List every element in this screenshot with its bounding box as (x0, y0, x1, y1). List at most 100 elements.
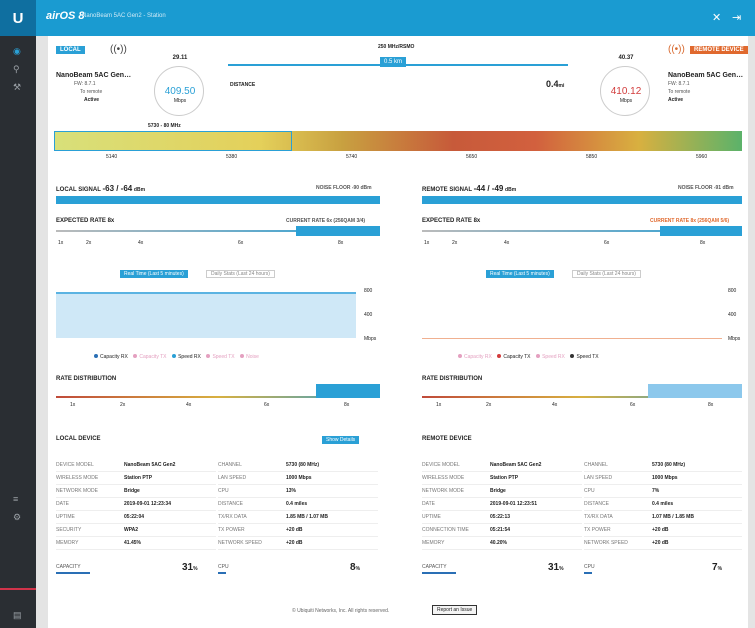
row-key: MEMORY (422, 540, 445, 546)
remote-rate-marker (660, 226, 742, 236)
legend-capacity-tx[interactable]: Capacity TX (133, 354, 167, 360)
table-row: NETWORK SPEED +20 dB (218, 538, 378, 550)
table-row: NETWORK SPEED +20 dB (584, 538, 742, 550)
table-row: SECURITY WPA2 (56, 525, 216, 537)
local-tab-daily[interactable]: Daily Stats (Last 24 hours) (206, 270, 275, 278)
local-capacity-bar (56, 572, 90, 574)
row-value: 05:22:04 (124, 514, 145, 520)
row-value: Bridge (490, 488, 506, 494)
local-role: To remote (80, 89, 103, 95)
tools-icon[interactable]: ≡ (13, 494, 18, 504)
row-key: DATE (422, 501, 435, 507)
row-key: WIRELESS MODE (422, 475, 465, 481)
remote-capacity-label: CAPACITY (422, 564, 447, 570)
row-value: +20 dB (652, 540, 669, 546)
remote-gauge-value: 410.12 (610, 86, 642, 97)
table-row: TX POWER +20 dB (218, 525, 378, 537)
local-capacity-label: CAPACITY (56, 564, 81, 570)
row-value: 0.4 miles (652, 501, 674, 507)
local-throughput-chart (56, 292, 356, 338)
row-value: 7% (652, 488, 660, 494)
show-details-button[interactable]: Show Details (322, 436, 360, 444)
logout-icon[interactable]: ⇥ (732, 11, 741, 24)
link-frequency-value: 0.5 km (380, 57, 407, 67)
row-key: CPU (218, 488, 229, 494)
remote-cpu-label: CPU (584, 564, 595, 570)
table-row: CPU 7% (584, 486, 742, 498)
row-key: DATE (56, 501, 69, 507)
row-key: DISTANCE (218, 501, 243, 507)
dashboard-icon[interactable]: ◉ (13, 46, 21, 57)
local-noise-floor: NOISE FLOOR -90 dBm (316, 185, 372, 191)
row-key: CONNECTION TIME (422, 527, 469, 533)
top-bar: U airOS 8 NanoBeam 5AC Gen2 - Station ✕ … (0, 0, 755, 36)
spectrum-selection[interactable] (54, 131, 292, 151)
remote-cpu-value: 7% (712, 562, 723, 573)
local-device-title: LOCAL DEVICE (56, 436, 101, 442)
table-row: MEMORY 41.45% (56, 538, 216, 550)
local-signal-bar (56, 196, 380, 204)
local-current-rate: CURRENT RATE 6x (256QAM 3/4) (286, 218, 366, 224)
legend-noise[interactable]: Noise (240, 354, 259, 360)
row-key: DEVICE MODEL (56, 462, 94, 468)
settings-icon[interactable]: ⚙ (13, 512, 21, 523)
table-row: WIRELESS MODE Station PTP (422, 473, 582, 485)
legend-speed-rx[interactable]: Speed RX (172, 354, 201, 360)
remote-throughput-gauge: 40.37 410.12 Mbps (600, 55, 650, 116)
remote-noise-floor: NOISE FLOOR -91 dBm (678, 185, 734, 191)
table-row: TX POWER +20 dB (584, 525, 742, 537)
remote-tab-daily[interactable]: Daily Stats (Last 24 hours) (572, 270, 641, 278)
report-issue-button[interactable]: Report an Issue (432, 605, 478, 615)
row-key: TX POWER (584, 527, 611, 533)
tools-icon[interactable]: ✕ (712, 11, 721, 24)
remote-signal: REMOTE SIGNAL -44 / -49 dBm (422, 184, 517, 193)
remote-rate-distribution-label: RATE DISTRIBUTION (422, 376, 483, 382)
row-value: +20 dB (286, 540, 303, 546)
device-title: NanoBeam 5AC Gen2 - Station (82, 13, 166, 19)
wrench-icon[interactable]: ⚒ (13, 82, 21, 93)
alert-strip (0, 588, 36, 590)
local-tab-realtime[interactable]: Real Time (Last 5 minutes) (120, 270, 188, 278)
remote-status: Active (668, 97, 684, 103)
remote-distribution-bar (648, 384, 742, 398)
table-row: MEMORY 40.20% (422, 538, 582, 550)
ubiquiti-logo[interactable]: U (0, 0, 36, 36)
table-row: DISTANCE 0.4 miles (218, 499, 378, 511)
local-expected-rate: EXPECTED RATE 8x (56, 218, 115, 224)
row-key: DEVICE MODEL (422, 462, 460, 468)
row-key: NETWORK SPEED (218, 540, 262, 546)
row-key: LAN SPEED (584, 475, 613, 481)
distance-label: DISTANCE (230, 82, 256, 88)
table-row: DATE 2019-09-01 12:23:34 (56, 499, 216, 511)
row-value: +20 dB (652, 527, 669, 533)
legend-speed-tx[interactable]: Speed TX (206, 354, 235, 360)
remote-device-title: REMOTE DEVICE (422, 436, 472, 442)
log-icon[interactable]: ▤ (13, 610, 22, 621)
table-row: DEVICE MODEL NanoBeam 5AC Gen2 (422, 460, 582, 472)
remote-role: To remote (668, 89, 691, 95)
legend-capacity-rx[interactable]: Capacity RX (94, 354, 128, 360)
remote-current-rate: CURRENT RATE 8x (256QAM 5/6) (650, 218, 730, 224)
row-value: NanoBeam 5AC Gen2 (490, 462, 542, 468)
row-value: 1.85 MB / 1.07 MB (286, 514, 328, 520)
remote-antenna-icon: ((•)) (668, 44, 685, 55)
row-key: MEMORY (56, 540, 79, 546)
row-key: DISTANCE (584, 501, 609, 507)
table-row: LAN SPEED 1000 Mbps (584, 473, 742, 485)
row-value: 05:21:54 (490, 527, 511, 533)
remote-tab-realtime[interactable]: Real Time (Last 5 minutes) (486, 270, 554, 278)
spectrum-label: 5730 - 80 MHz (148, 123, 181, 129)
row-value: 5730 (80 MHz) (652, 462, 686, 468)
local-throughput-gauge: 29.11 409.50 Mbps (154, 55, 204, 116)
remote-fw: FW: 8.7.1 (668, 81, 690, 87)
remote-cpu-bar (584, 572, 592, 574)
row-value: 2019-09-01 12:23:51 (490, 501, 537, 507)
row-value: 0.4 miles (286, 501, 308, 507)
search-icon[interactable]: ⚲ (13, 64, 20, 75)
row-key: UPTIME (422, 514, 441, 520)
table-row: DEVICE MODEL NanoBeam 5AC Gen2 (56, 460, 216, 472)
local-gauge-value: 409.50 (164, 86, 196, 97)
local-badge: LOCAL (56, 46, 85, 54)
row-value: 13% (286, 488, 297, 494)
local-distribution-bar (316, 384, 380, 398)
